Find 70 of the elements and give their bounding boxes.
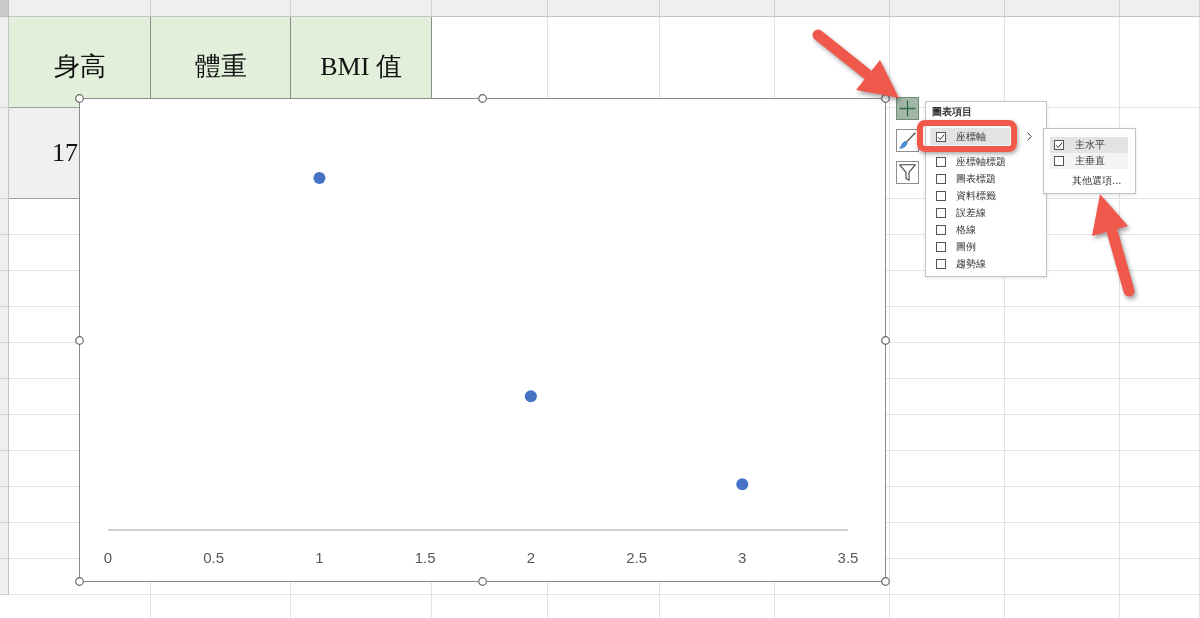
axis-tick-label: 0.5 (203, 549, 225, 566)
menu-item[interactable]: 座標軸標題 (930, 153, 1010, 170)
axis-tick-label: 2.5 (626, 549, 647, 566)
column-header[interactable] (1005, 0, 1120, 17)
table-cell: 身高 (9, 17, 151, 108)
resize-handle[interactable] (477, 93, 487, 103)
menu-title: 圖表項目 (931, 105, 973, 119)
row-header[interactable] (0, 379, 9, 415)
row-header[interactable] (0, 17, 9, 108)
menu-item[interactable]: 圖例 (930, 238, 1010, 255)
column-header[interactable] (291, 0, 432, 17)
plus-icon (899, 100, 916, 117)
menu-item[interactable]: 資料標籤 (930, 187, 1010, 204)
paintbrush-icon (899, 132, 916, 149)
column-header[interactable] (660, 0, 775, 17)
checkbox[interactable] (936, 173, 946, 184)
resize-handle[interactable] (880, 576, 890, 586)
row-header[interactable] (0, 451, 9, 487)
resize-handle[interactable] (880, 93, 890, 103)
row-header[interactable] (0, 559, 9, 595)
checkbox[interactable] (936, 258, 946, 269)
checkbox[interactable] (1054, 140, 1064, 150)
row-header[interactable] (0, 199, 9, 235)
resize-handle[interactable] (74, 576, 84, 586)
menu-item[interactable]: 趨勢線 (930, 255, 1010, 272)
row-header[interactable] (0, 307, 9, 343)
column-header[interactable] (432, 0, 548, 17)
chart-area[interactable]: 0 0.5 1 1.5 2 2.5 3 3.5 (79, 98, 886, 582)
funnel-icon (899, 164, 916, 181)
row-header[interactable] (0, 271, 9, 307)
checkbox[interactable] (936, 190, 946, 201)
checkbox[interactable] (936, 241, 946, 252)
column-header[interactable] (548, 0, 660, 17)
row-header[interactable] (0, 487, 9, 523)
menu-item[interactable]: 格線 (930, 221, 1010, 238)
submenu-item[interactable]: 主水平 (1050, 137, 1128, 153)
checkbox[interactable] (936, 207, 946, 218)
menu-item[interactable]: 圖表標題 (930, 170, 1010, 187)
row-header[interactable] (0, 415, 9, 451)
resize-handle[interactable] (880, 335, 890, 345)
row-header[interactable] (0, 235, 9, 271)
chart-elements-button[interactable] (896, 97, 919, 120)
resize-handle[interactable] (74, 335, 84, 345)
axis-tick-label: 0 (103, 549, 113, 566)
select-all-corner[interactable] (0, 0, 9, 17)
checkbox[interactable] (936, 224, 946, 235)
more-options-link[interactable]: 其他選項... (1072, 174, 1122, 188)
resize-handle[interactable] (74, 93, 84, 103)
menu-item[interactable]: 誤差線 (930, 204, 1010, 221)
column-header[interactable] (9, 0, 151, 17)
chart-styles-button[interactable] (896, 129, 919, 152)
row-header[interactable] (0, 523, 9, 559)
resize-handle[interactable] (477, 576, 487, 586)
axis-tick-label: 3 (738, 549, 747, 566)
row-header[interactable] (0, 343, 9, 379)
axis-tick-label: 3.5 (837, 549, 859, 566)
chart-filter-button[interactable] (896, 161, 919, 184)
axis-tick-label: 1.5 (414, 549, 436, 566)
axis-tick-label: 2 (526, 549, 536, 566)
menu-item[interactable]: 座標軸 (930, 128, 1010, 145)
submenu-item[interactable]: 主垂直 (1050, 153, 1128, 169)
column-header[interactable] (1120, 0, 1200, 17)
checkbox[interactable] (936, 156, 946, 167)
column-header[interactable] (151, 0, 291, 17)
checkbox[interactable] (936, 131, 946, 142)
column-header[interactable] (890, 0, 1005, 17)
checkbox[interactable] (1054, 156, 1064, 166)
row-header[interactable] (0, 108, 9, 199)
axis-tick-label: 1 (315, 549, 324, 566)
column-header[interactable] (775, 0, 890, 17)
